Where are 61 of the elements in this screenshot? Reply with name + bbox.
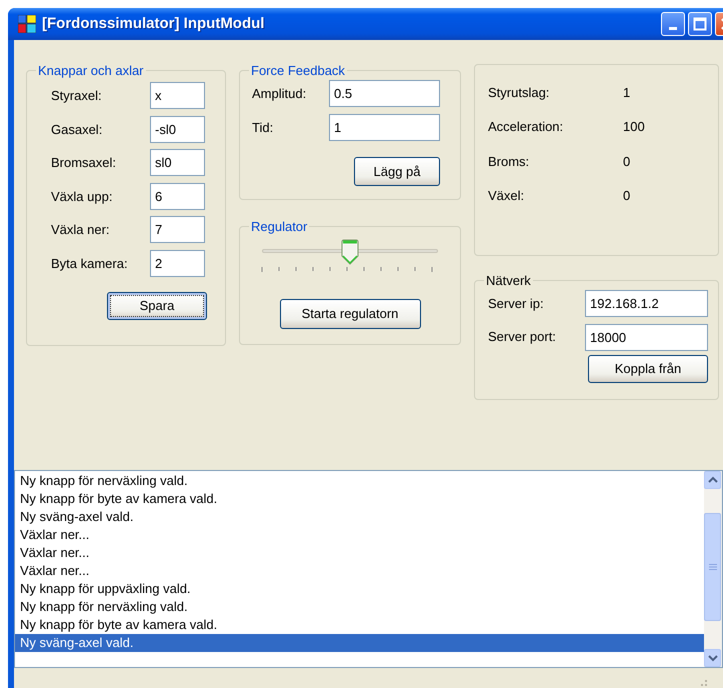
log-entry[interactable]: Växlar ner... — [15, 562, 704, 580]
log-entry[interactable]: Ny knapp för nerväxling vald. — [15, 598, 704, 616]
push-button[interactable]: Lägg på — [354, 157, 440, 186]
field-label: Växla upp: — [51, 188, 114, 206]
log-entry[interactable]: Ny knapp för byte av kamera vald. — [15, 490, 704, 508]
slider[interactable] — [262, 239, 438, 265]
field-label: Växla ner: — [51, 221, 111, 239]
log-entry[interactable]: Växlar ner... — [15, 544, 704, 562]
field-label: Amplitud: — [252, 85, 308, 103]
push-button[interactable]: Koppla från — [588, 355, 708, 383]
scrollbar[interactable] — [704, 471, 722, 667]
text-field[interactable]: -sl0 — [150, 116, 205, 143]
log-entry[interactable]: Ny sväng-axel vald. — [15, 634, 704, 652]
text-field[interactable]: 2 — [150, 250, 205, 277]
slider-thumb[interactable] — [341, 239, 359, 265]
text-field[interactable]: 0.5 — [329, 80, 440, 108]
field-label: Tid: — [252, 118, 274, 136]
scrollbar-thumb[interactable] — [704, 513, 721, 621]
log-entry[interactable]: Ny knapp för nerväxling vald. — [15, 472, 704, 490]
minimize-button[interactable] — [661, 12, 685, 36]
log-entry[interactable]: Ny knapp för uppväxling vald. — [15, 580, 704, 598]
reading-value: 0 — [623, 152, 630, 171]
window-title: [Fordonssimulator] InputModul — [42, 14, 266, 34]
scroll-down-button[interactable] — [704, 649, 721, 667]
field-label: Bromsaxel: — [51, 154, 118, 172]
minimize-icon — [669, 27, 677, 30]
group-title: Force Feedback — [250, 64, 346, 77]
group-title: Regulator — [250, 220, 308, 233]
maximize-button[interactable] — [688, 12, 712, 36]
field-label: Server port: — [488, 328, 557, 346]
scroll-up-button[interactable] — [704, 471, 721, 489]
field-label: Server ip: — [488, 294, 545, 313]
reading-label: Acceleration: — [488, 118, 564, 136]
grip-icon — [708, 563, 716, 571]
caret-down-icon — [708, 654, 718, 662]
reading-label: Broms: — [488, 152, 530, 171]
app-icon — [18, 15, 36, 33]
push-button[interactable]: Starta regulatorn — [280, 299, 420, 329]
reading-label: Styrutslag: — [488, 84, 550, 102]
text-field[interactable]: sl0 — [150, 149, 205, 176]
group-title: Nätverk — [485, 274, 532, 287]
log-entry[interactable]: Ny sväng-axel vald. — [15, 508, 704, 526]
text-field[interactable]: 7 — [150, 216, 205, 244]
reading-value: 1 — [623, 84, 630, 102]
group-title: Knappar och axlar — [37, 64, 145, 77]
text-field[interactable]: 192.168.1.2 — [585, 290, 708, 317]
push-button[interactable]: Spara — [107, 292, 207, 320]
field-label: Byta kamera: — [51, 254, 129, 273]
caret-up-icon — [708, 476, 718, 484]
reading-label: Växel: — [488, 186, 526, 205]
log-entry[interactable]: Växlar ner... — [15, 526, 704, 544]
reading-value: 100 — [623, 118, 645, 136]
field-label: Styraxel: — [51, 87, 103, 105]
text-field[interactable]: 1 — [329, 114, 440, 141]
text-field[interactable]: x — [150, 82, 205, 110]
field-label: Gasaxel: — [51, 120, 104, 138]
text-field[interactable]: 6 — [150, 182, 205, 210]
text-field[interactable]: 18000 — [585, 324, 708, 350]
log-entry[interactable]: Ny knapp för byte av kamera vald. — [15, 616, 704, 634]
reading-value: 0 — [623, 186, 630, 205]
maximize-icon — [693, 17, 707, 31]
